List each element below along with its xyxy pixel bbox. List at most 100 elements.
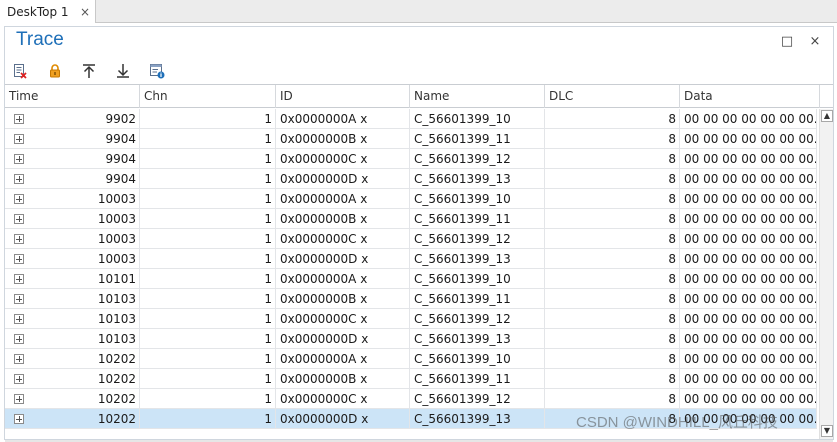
expand-icon[interactable] [14,214,24,224]
expand-icon[interactable] [14,374,24,384]
cell-id: 0x0000000B x [276,369,410,389]
cell-time: 10202 [5,389,140,409]
cell-chn: 1 [140,249,276,269]
expand-icon[interactable] [14,154,24,164]
cell-chn: 1 [140,269,276,289]
cell-time: 9902 [5,109,140,129]
cell-dlc: 8 [545,109,680,129]
table-row[interactable]: 10003 1 0x0000000C x C_56601399_12 8 00 00 00… [5,229,817,249]
scroll-top-icon[interactable] [79,61,99,81]
expand-icon[interactable] [14,354,24,364]
cell-data: 00 00 00 00 00 00 00... [680,109,817,129]
table-row[interactable]: 10202 1 0x0000000C x C_56601399_12 8 00 00 00… [5,389,817,409]
scroll-up-icon[interactable]: ▲ [821,110,833,122]
table-row[interactable]: 10003 1 0x0000000B x C_56601399_11 8 00 00 00… [5,209,817,229]
cell-id: 0x0000000C x [276,229,410,249]
cell-name: C_56601399_12 [410,229,545,249]
table-row[interactable]: 10103 1 0x0000000D x C_56601399_13 8 00 00 00… [5,329,817,349]
expand-icon[interactable] [14,414,24,424]
cell-name: C_56601399_10 [410,109,545,129]
cell-time-value: 10202 [97,412,136,426]
cell-time-value: 9904 [105,172,136,186]
expand-icon[interactable] [14,334,24,344]
table-row[interactable]: 10202 1 0x0000000A x C_56601399_10 8 00 00 00… [5,349,817,369]
vertical-scrollbar[interactable]: ▲ ▼ [819,109,833,439]
tab-close-icon[interactable]: × [78,5,92,19]
cell-data: 00 00 00 00 00 00 00... [680,329,817,349]
cell-chn: 1 [140,369,276,389]
properties-icon[interactable] [147,61,167,81]
scroll-bottom-icon[interactable] [113,61,133,81]
grid-header: Time Chn ID Name DLC Data [5,85,833,108]
cell-name: C_56601399_11 [410,209,545,229]
expand-icon[interactable] [14,294,24,304]
cell-time: 9904 [5,129,140,149]
table-row[interactable]: 10101 1 0x0000000A x C_56601399_10 8 00 00 00… [5,269,817,289]
table-row[interactable]: 10202 1 0x0000000B x C_56601399_11 8 00 00 00… [5,369,817,389]
cell-id: 0x0000000D x [276,409,410,429]
cell-data: 00 00 00 00 00 00 00... [680,389,817,409]
table-row[interactable]: 10003 1 0x0000000A x C_56601399_10 8 00 00 00… [5,189,817,209]
expand-icon[interactable] [14,314,24,324]
tab-desktop-1[interactable]: DeskTop 1 × [0,0,96,23]
lock-icon[interactable] [45,61,65,81]
column-header-time[interactable]: Time [5,85,140,108]
watermark: CSDN @WINDHILL_风丘科技 [576,414,778,431]
cell-time: 10003 [5,229,140,249]
cell-data: 00 00 00 00 00 00 00... [680,289,817,309]
cell-chn: 1 [140,189,276,209]
table-row[interactable]: 9902 1 0x0000000A x C_56601399_10 8 00 00 00 … [5,109,817,129]
cell-chn: 1 [140,209,276,229]
cell-chn: 1 [140,289,276,309]
expand-icon[interactable] [14,134,24,144]
table-row[interactable]: 9904 1 0x0000000B x C_56601399_11 8 00 00 00 … [5,129,817,149]
table-row[interactable]: 9904 1 0x0000000D x C_56601399_13 8 00 00 00 … [5,169,817,189]
column-header-data[interactable]: Data [680,85,820,108]
cell-time: 10103 [5,309,140,329]
grid-rows: 9902 1 0x0000000A x C_56601399_10 8 00 00 00 … [5,109,817,439]
cell-dlc: 8 [545,149,680,169]
column-header-chn[interactable]: Chn [140,85,276,108]
expand-icon[interactable] [14,114,24,124]
cell-time: 10202 [5,409,140,429]
expand-icon[interactable] [14,194,24,204]
cell-dlc: 8 [545,269,680,289]
expand-icon[interactable] [14,394,24,404]
cell-time-value: 10003 [97,232,136,246]
cell-time: 10103 [5,289,140,309]
cell-data: 00 00 00 00 00 00 00... [680,209,817,229]
cell-id: 0x0000000D x [276,329,410,349]
column-header-dlc[interactable]: DLC [545,85,680,108]
cell-time-value: 10103 [97,332,136,346]
maximize-icon[interactable]: □ [779,33,795,49]
cell-chn: 1 [140,329,276,349]
close-icon[interactable]: × [807,33,823,49]
cell-time: 10003 [5,189,140,209]
cell-time-value: 10202 [97,392,136,406]
cell-dlc: 8 [545,289,680,309]
cell-dlc: 8 [545,309,680,329]
expand-icon[interactable] [14,174,24,184]
cell-time: 10202 [5,349,140,369]
column-header-name[interactable]: Name [410,85,545,108]
expand-icon[interactable] [14,254,24,264]
cell-time-value: 10003 [97,192,136,206]
cell-id: 0x0000000B x [276,129,410,149]
cell-data: 00 00 00 00 00 00 00... [680,349,817,369]
panel-title: Trace [16,29,64,50]
clear-icon[interactable] [10,61,30,81]
table-row[interactable]: 10003 1 0x0000000D x C_56601399_13 8 00 00 00… [5,249,817,269]
table-row[interactable]: 10103 1 0x0000000C x C_56601399_12 8 00 00 00… [5,309,817,329]
column-header-id[interactable]: ID [276,85,410,108]
cell-name: C_56601399_12 [410,309,545,329]
cell-chn: 1 [140,169,276,189]
cell-name: C_56601399_11 [410,289,545,309]
cell-time-value: 10103 [97,312,136,326]
table-row[interactable]: 9904 1 0x0000000C x C_56601399_12 8 00 00 00 … [5,149,817,169]
expand-icon[interactable] [14,274,24,284]
table-row[interactable]: 10103 1 0x0000000B x C_56601399_11 8 00 00 00… [5,289,817,309]
cell-chn: 1 [140,389,276,409]
scroll-down-icon[interactable]: ▼ [821,425,833,437]
cell-dlc: 8 [545,209,680,229]
expand-icon[interactable] [14,234,24,244]
